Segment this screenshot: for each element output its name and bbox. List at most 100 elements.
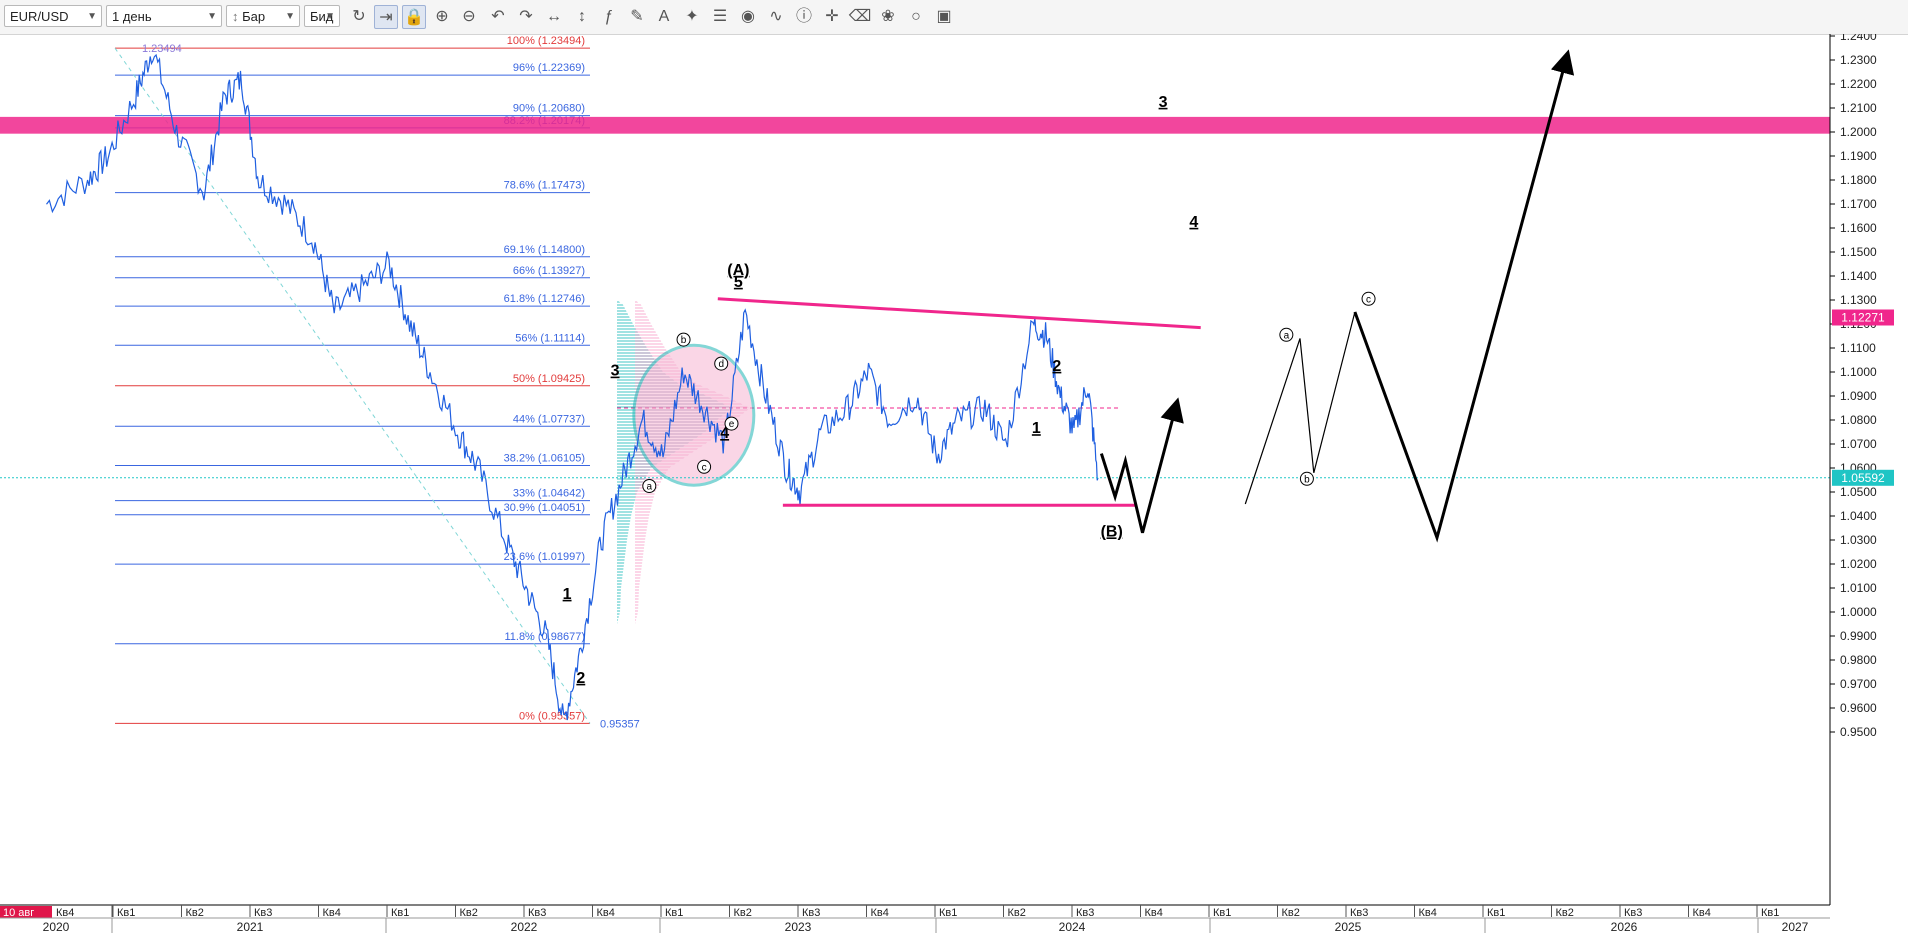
quarter-label: Кв1 — [117, 907, 135, 919]
paint-icon[interactable]: ❀ — [876, 5, 900, 29]
price-tick-label: 1.1000 — [1840, 365, 1877, 379]
chart-type-select[interactable]: ↕ Бар ▼ — [226, 5, 300, 27]
save-icon[interactable]: ▣ — [932, 5, 956, 29]
price-tick-label: 1.0300 — [1840, 533, 1877, 547]
zoom-out-icon[interactable]: ⊖ — [457, 5, 481, 29]
year-label: 2025 — [1335, 920, 1362, 934]
subwave-label: d — [718, 359, 724, 370]
price-tick-label: 1.1300 — [1840, 293, 1877, 307]
resistance-band[interactable] — [0, 116, 1830, 134]
quarter-label: Кв2 — [1008, 907, 1026, 919]
year-label: 2026 — [1611, 920, 1638, 934]
horizontal-scale-icon[interactable]: ↔ — [542, 5, 566, 29]
year-label: 2020 — [43, 920, 70, 934]
chevron-down-icon: ▼ — [87, 11, 97, 22]
fib-level-label: 100% (1.23494) — [507, 35, 585, 47]
price-tick-label: 1.2200 — [1840, 77, 1877, 91]
fib-level-label: 56% (1.11114) — [515, 332, 585, 344]
price-chart[interactable]: 100% (1.23494) 96% (1.22369) 90% (1.20680)… — [0, 34, 1908, 939]
indicator-fx-icon[interactable]: ƒ — [597, 5, 621, 29]
start-date-label: 10 авг — [3, 907, 34, 919]
cursor-icon[interactable]: ✛ — [820, 5, 844, 29]
quarter-label: Кв3 — [802, 907, 820, 919]
quarter-label: Кв4 — [1145, 907, 1163, 919]
chevron-down-icon: ▼ — [325, 11, 335, 22]
fib-level-label: 61.8% (1.12746) — [504, 293, 585, 305]
refresh-icon[interactable]: ↻ — [347, 5, 371, 29]
info-icon[interactable]: ⓘ — [792, 5, 816, 29]
timeframe-select[interactable]: 1 день ▼ — [106, 5, 222, 27]
quarter-label: Кв1 — [1213, 907, 1231, 919]
price-tick-label: 1.2300 — [1840, 53, 1877, 67]
text-tool-icon[interactable]: A — [652, 5, 676, 29]
undo-icon[interactable]: ↶ — [486, 5, 510, 29]
year-label: 2022 — [511, 920, 538, 934]
price-tick-label: 1.1700 — [1840, 197, 1877, 211]
circle-icon[interactable]: ○ — [904, 5, 928, 29]
price-tick-label: 1.0900 — [1840, 389, 1877, 403]
price-type-select[interactable]: Бид ▼ — [304, 5, 340, 27]
price-series — [46, 53, 1099, 721]
wave-icon[interactable]: ∿ — [764, 5, 788, 29]
lock-icon[interactable]: 🔒 — [402, 5, 426, 29]
projection-path-b[interactable] — [1099, 397, 1184, 534]
crosshair-icon[interactable]: ✦ — [680, 5, 704, 29]
eraser-icon[interactable]: ⌫ — [848, 5, 872, 29]
pencil-icon[interactable]: ✎ — [625, 5, 649, 29]
quarter-label: Кв3 — [1350, 907, 1368, 919]
fib-level-label: 96% (1.22369) — [513, 62, 585, 74]
eye-icon[interactable]: ◉ — [736, 5, 760, 29]
quarter-label: Кв4 — [1419, 907, 1437, 919]
wave-label: 3 — [1159, 94, 1168, 111]
price-tick-label: 1.0200 — [1840, 557, 1877, 571]
fibonacci-levels[interactable]: 100% (1.23494) 96% (1.22369) 90% (1.20680)… — [114, 35, 640, 730]
quarter-label: Кв4 — [1693, 907, 1711, 919]
current-price-tag-text: 1.05592 — [1841, 471, 1885, 485]
autoscroll-icon[interactable]: ⇥ — [374, 5, 398, 29]
fib-level-label: 78.6% (1.17473) — [504, 180, 585, 192]
subwave-label: c — [1366, 294, 1371, 305]
symbol-value: EUR/USD — [10, 9, 69, 24]
fib-level-label: 66% (1.13927) — [513, 265, 585, 277]
price-tick-label: 1.1800 — [1840, 173, 1877, 187]
resistance-zone[interactable] — [0, 116, 1830, 134]
zoom-in-icon[interactable]: ⊕ — [430, 5, 454, 29]
wave-label: 1 — [563, 586, 572, 603]
symbol-select[interactable]: EUR/USD ▼ — [4, 5, 102, 27]
price-tick-label: 1.2000 — [1840, 125, 1877, 139]
quarter-label: Кв2 — [734, 907, 752, 919]
wave-label: 2 — [576, 670, 585, 687]
layers-icon[interactable]: ☰ — [708, 5, 732, 29]
chart-type-value: Бар — [242, 9, 266, 24]
quarter-label: Кв1 — [665, 907, 683, 919]
subwave-label: b — [1304, 474, 1310, 485]
quarter-label: Кв4 — [56, 907, 74, 919]
price-tick-label: 1.0500 — [1840, 485, 1877, 499]
price-tick-label: 1.0700 — [1840, 437, 1877, 451]
fib-level-label: 11.8% (0.98677) — [504, 631, 585, 643]
price-tick-label: 0.9700 — [1840, 677, 1877, 691]
price-tick-label: 1.0000 — [1840, 605, 1877, 619]
quarter-label: Кв2 — [460, 907, 478, 919]
quarter-label: Кв4 — [597, 907, 615, 919]
price-tick-label: 1.1500 — [1840, 245, 1877, 259]
time-axis[interactable]: 10 авг Кв4 Кв1 Кв2 Кв3 Кв4 Кв1 Кв2 Кв3 Кв4 Кв1 Кв2 К… — [0, 904, 1830, 934]
marker-price-tag-text: 1.12271 — [1841, 310, 1885, 324]
fib-level-label: 23.6% (1.01997) — [504, 551, 585, 563]
projection-path-abc[interactable] — [1244, 311, 1356, 505]
redo-icon[interactable]: ↷ — [514, 5, 538, 29]
fib-level-label: 30.9% (1.04051) — [504, 502, 585, 514]
upper-trendline[interactable] — [717, 297, 1201, 330]
price-tick-label: 0.9800 — [1840, 653, 1877, 667]
quarter-label: Кв1 — [391, 907, 409, 919]
trend-lines[interactable] — [0, 297, 1830, 507]
timeframe-value: 1 день — [112, 9, 152, 24]
wave-label: 1 — [1032, 420, 1041, 437]
price-axis[interactable]: 1.2400 1.2300 1.2200 1.2100 1.2000 1.1900 1.18… — [1829, 34, 1894, 905]
subwave-label: a — [1284, 330, 1290, 341]
quarter-label: Кв3 — [254, 907, 272, 919]
price-tick-label: 0.9500 — [1840, 725, 1877, 739]
quarter-label: Кв2 — [186, 907, 204, 919]
vertical-scale-icon[interactable]: ↕ — [570, 5, 594, 29]
wave-label: 2 — [1052, 358, 1061, 375]
